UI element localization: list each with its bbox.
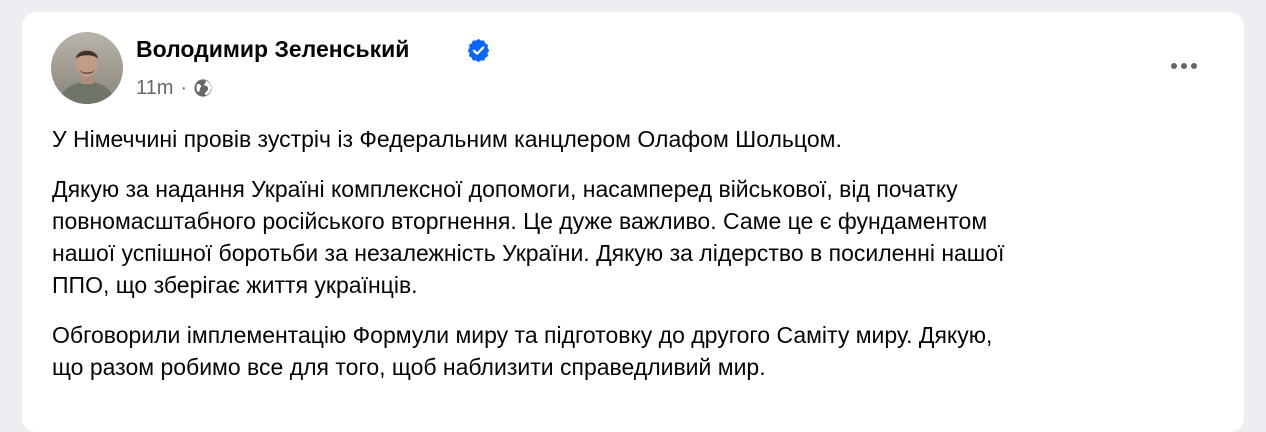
post-timestamp[interactable]: 11m — [136, 77, 173, 100]
post-line: що разом робимо все для того, щоб наблиз… — [52, 354, 766, 380]
more-options-button[interactable] — [1160, 48, 1208, 84]
post-meta: 11m · — [136, 75, 213, 101]
post-line: Обговорили імплементацію Формули миру та… — [52, 322, 993, 348]
post-card: Володимир Зеленський 11m · У Німеччині п… — [22, 12, 1244, 432]
post-line: Дякую за надання Україні комплексної доп… — [52, 176, 958, 202]
more-dot — [1191, 63, 1197, 69]
author-name[interactable]: Володимир Зеленський — [136, 36, 409, 63]
post-line: У Німеччині провів зустріч із Федеральни… — [52, 126, 842, 152]
post-paragraph-2: Дякую за надання Україні комплексної доп… — [52, 173, 1232, 301]
post-line: ППО, що зберігає життя українців. — [52, 272, 418, 298]
more-dot — [1181, 63, 1187, 69]
post-paragraph-3: Обговорили імплементацію Формули миру та… — [52, 319, 1232, 383]
avatar-photo — [51, 32, 123, 104]
globe-icon[interactable] — [193, 78, 213, 98]
more-dot — [1171, 63, 1177, 69]
verified-badge-icon[interactable] — [467, 39, 490, 62]
post-line: нашої успішної боротьби за незалежність … — [52, 240, 1005, 266]
post-paragraph-1: У Німеччині провів зустріч із Федеральни… — [52, 123, 1232, 155]
post-body: У Німеччині провів зустріч із Федеральни… — [52, 123, 1232, 401]
author-avatar[interactable] — [51, 32, 123, 104]
meta-separator: · — [180, 76, 188, 99]
post-line: повномасштабного російського вторгнення.… — [52, 208, 988, 234]
